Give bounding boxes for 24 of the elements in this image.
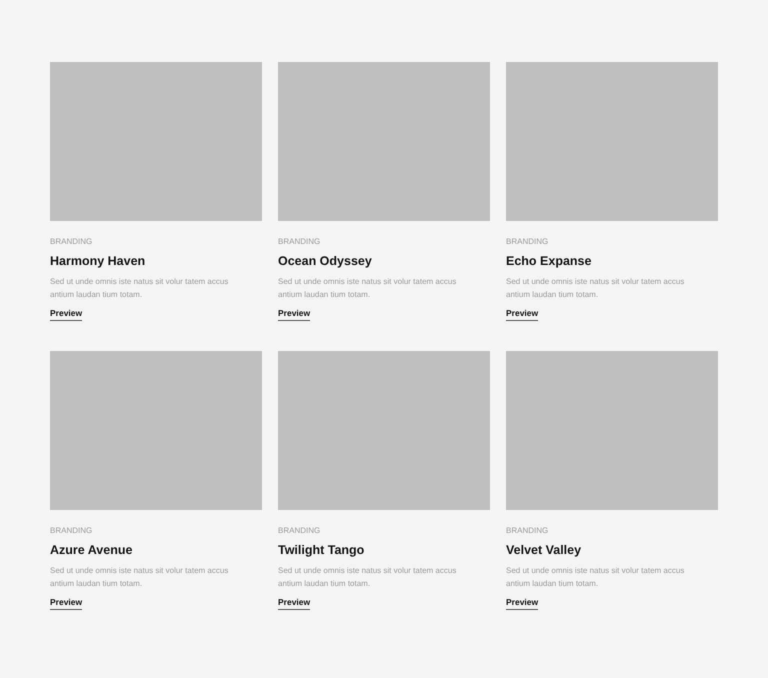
card-description: Sed ut unde omnis iste natus sit volur tatem accus antium laudan tium totam. xyxy=(278,276,458,300)
card-description: Sed ut unde omnis iste natus sit volur tatem accus antium laudan tium totam. xyxy=(50,565,230,590)
card-title: Azure Avenue xyxy=(50,542,132,558)
category-label: BRANDING xyxy=(278,237,320,247)
card-description: Sed ut unde omnis iste natus sit volur tatem accus antium laudan tium totam. xyxy=(506,276,686,300)
card-title: Echo Expanse xyxy=(506,253,592,269)
card-title: Velvet Valley xyxy=(506,542,582,558)
card-title: Ocean Odyssey xyxy=(278,253,372,269)
preview-link[interactable]: Preview xyxy=(50,308,82,321)
card-title: Harmony Haven xyxy=(50,253,146,269)
category-label: BRANDING xyxy=(50,237,92,247)
category-label: BRANDING xyxy=(506,237,548,247)
preview-link[interactable]: Preview xyxy=(278,597,310,610)
category-label: BRANDING xyxy=(506,526,548,536)
card-description: Sed ut unde omnis iste natus sit volur tatem accus antium laudan tium totam. xyxy=(506,565,686,590)
category-label: BRANDING xyxy=(278,526,320,536)
preview-link[interactable]: Preview xyxy=(506,308,538,321)
preview-link[interactable]: Preview xyxy=(506,597,538,610)
preview-link[interactable]: Preview xyxy=(50,597,82,610)
card-description: Sed ut unde omnis iste natus sit volur tatem accus antium laudan tium totam. xyxy=(50,276,230,300)
card-title: Twilight Tango xyxy=(278,542,364,558)
preview-link[interactable]: Preview xyxy=(278,308,310,321)
category-label: BRANDING xyxy=(50,526,92,536)
card-description: Sed ut unde omnis iste natus sit volur tatem accus antium laudan tium totam. xyxy=(278,565,458,590)
